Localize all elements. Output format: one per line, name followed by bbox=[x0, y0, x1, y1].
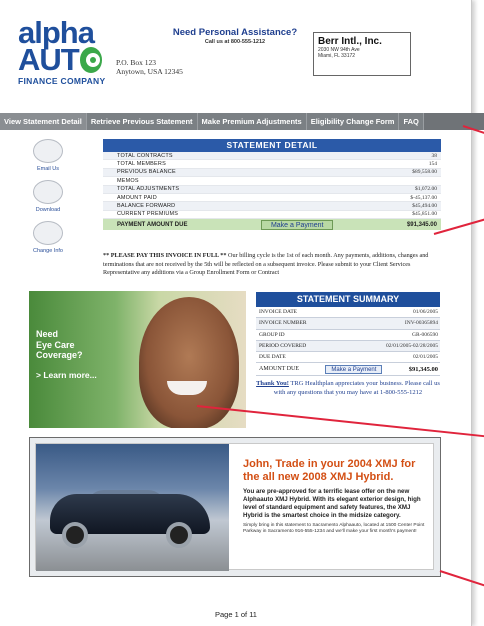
assistance-box: Need Personal Assistance? Call us at 800… bbox=[172, 27, 298, 45]
thank-you-link[interactable]: Thank You! bbox=[256, 380, 289, 387]
thank-you-message: Thank You! TRG Healthplan appreciates yo… bbox=[256, 380, 440, 397]
statement-summary-table: STATEMENT SUMMARY INVOICE DATE 01/06/2005… bbox=[256, 292, 440, 397]
learn-more-link[interactable]: > Learn more... bbox=[36, 370, 97, 380]
download-icon bbox=[33, 180, 63, 204]
logo-text-auto: AUT bbox=[18, 42, 80, 77]
email-us-action[interactable]: Email Us bbox=[26, 139, 70, 172]
nav-eligibility-change-form[interactable]: Eligibility Change Form bbox=[306, 113, 400, 130]
table-row: PREVIOUS BALANCE $89,558.00 bbox=[103, 168, 441, 178]
amount-due-value: $91,345.00 bbox=[408, 365, 438, 373]
table-row: TOTAL MEMBERS 154 bbox=[103, 160, 441, 169]
download-action[interactable]: Download bbox=[26, 180, 70, 213]
car-ad-copy: John, Trade in your 2004 XMJ for the all… bbox=[243, 458, 430, 535]
statement-detail-title: STATEMENT DETAIL bbox=[103, 139, 441, 152]
nav-retrieve-previous-statement[interactable]: Retrieve Previous Statement bbox=[86, 113, 198, 130]
email-icon bbox=[33, 139, 63, 163]
nav-view-statement-detail[interactable]: View Statement Detail bbox=[0, 113, 87, 130]
email-us-label: Email Us bbox=[36, 166, 59, 172]
statement-nav-bar: View Statement Detail Retrieve Previous … bbox=[0, 113, 484, 130]
statement-page: alpha AUT FINANCE COMPANY P.O. Box 123 A… bbox=[0, 0, 472, 626]
notice-heading: ** PLEASE PAY THIS INVOICE IN FULL ** bbox=[103, 252, 227, 259]
billing-notice: ** PLEASE PAY THIS INVOICE IN FULL ** Ou… bbox=[103, 252, 441, 278]
bill-to-name: Berr Intl., Inc. bbox=[318, 36, 382, 47]
wheel-icon bbox=[62, 522, 88, 548]
download-label: Download bbox=[35, 207, 61, 213]
table-row: MEMOS bbox=[103, 177, 441, 186]
payment-due-label: PAYMENT AMOUNT DUE bbox=[117, 221, 188, 228]
table-row: INVOICE NUMBER INV-00365894 bbox=[256, 318, 440, 330]
table-row: PERIOD COVERED 02/01/2005-02/28/2005 bbox=[256, 340, 440, 353]
table-row: GROUP ID GR-006590 bbox=[256, 330, 440, 341]
make-payment-button[interactable]: Make a Payment bbox=[260, 219, 334, 230]
change-info-label: Change Info bbox=[33, 248, 63, 254]
payment-due-value: $91,345.00 bbox=[406, 221, 437, 228]
car-ad-fineprint: Simply bring in this statement to Sacram… bbox=[243, 523, 425, 534]
wheel-icon bbox=[166, 522, 192, 548]
table-row: DUE DATE 02/01/2005 bbox=[256, 352, 440, 364]
eye-care-headline: Need Eye Care Coverage? bbox=[36, 329, 83, 360]
payment-due-row: PAYMENT AMOUNT DUE Make a Payment $91,34… bbox=[103, 219, 441, 231]
nav-make-premium-adjustments[interactable]: Make Premium Adjustments bbox=[197, 113, 307, 130]
car-photo bbox=[36, 444, 229, 571]
side-actions: Email Us Download Change Info bbox=[26, 139, 70, 262]
statement-detail-table: STATEMENT DETAIL TOTAL CONTRACTS 38 TOTAL… bbox=[103, 139, 441, 231]
logo-subtitle: FINANCE COMPANY bbox=[18, 76, 106, 86]
change-info-icon bbox=[33, 221, 63, 245]
table-row: TOTAL CONTRACTS 38 bbox=[103, 152, 441, 161]
car-ad-headline: John, Trade in your 2004 XMJ for the all… bbox=[243, 458, 416, 483]
car-trade-in-ad[interactable]: John, Trade in your 2004 XMJ for the all… bbox=[29, 437, 441, 577]
table-row: TOTAL ADJUSTMENTS $1,072.00 bbox=[103, 185, 441, 194]
bill-to-address: Berr Intl., Inc. 2030 NW 94th Ave Miami,… bbox=[313, 32, 411, 76]
alpha-auto-logo: alpha AUT FINANCE COMPANY bbox=[18, 17, 106, 86]
company-address: P.O. Box 123 Anytown, USA 12345 bbox=[116, 58, 183, 76]
table-row: INVOICE DATE 01/06/2005 bbox=[256, 307, 440, 319]
statement-summary-title: STATEMENT SUMMARY bbox=[256, 292, 440, 307]
summary-make-payment-button[interactable]: Make a Payment bbox=[325, 364, 383, 374]
table-row: BALANCE FORWARD $45,494.00 bbox=[103, 202, 441, 211]
amount-due-row: AMOUNT DUE Make a Payment $91,345.00 bbox=[256, 363, 440, 377]
table-row: AMOUNT PAID $-45,137.00 bbox=[103, 194, 441, 203]
steering-wheel-icon bbox=[79, 47, 102, 73]
change-info-action[interactable]: Change Info bbox=[26, 221, 70, 254]
assistance-phone: Call us at 800-555-1212 bbox=[204, 39, 266, 45]
assistance-title: Need Personal Assistance? bbox=[172, 27, 298, 38]
nav-faq[interactable]: FAQ bbox=[399, 113, 424, 130]
table-row: CURRENT PREMIUMS $45,851.00 bbox=[103, 211, 441, 220]
page-number: Page 1 of 11 bbox=[215, 610, 257, 619]
amount-due-label: AMOUNT DUE bbox=[259, 366, 300, 373]
car-ad-body: You are pre-approved for a terrific leas… bbox=[243, 488, 421, 519]
